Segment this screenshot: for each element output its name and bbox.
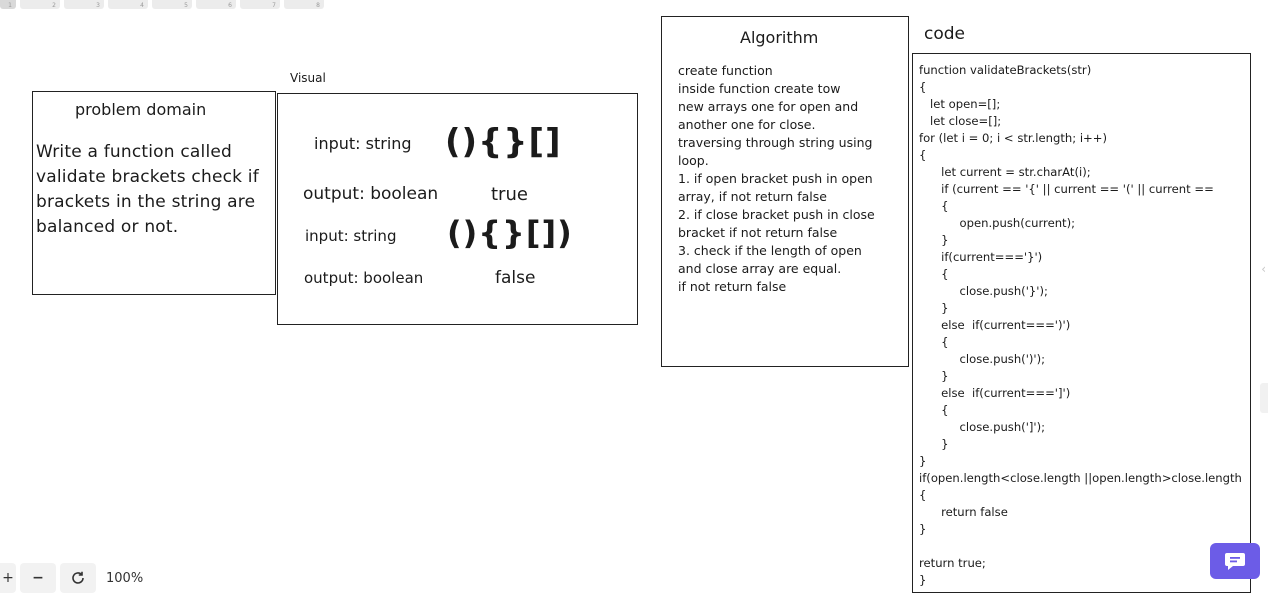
code-line: } [919,301,949,315]
algorithm-text: create function inside function create t… [678,62,910,296]
code-line: if (current == '{' || current == '(' || … [919,182,1214,196]
page-tab-4[interactable]: 4 [108,0,148,9]
chevron-left-icon[interactable]: ‹ [1261,262,1266,276]
algorithm-title: Algorithm [740,28,819,47]
side-panel-handle[interactable] [1260,383,1268,413]
chat-button[interactable] [1210,543,1260,579]
code-line: { [919,488,927,502]
code-line: { [919,80,927,94]
page-tabs: 1 2 3 4 5 6 7 8 [0,0,324,10]
plus-icon: + [2,570,14,586]
visual-input-value-1: (){}[] [445,122,562,162]
code-line: let open=[]; [919,97,1001,111]
visual-title: Visual [290,71,326,85]
algorithm-line: array, if not return false [678,189,827,204]
visual-input-label-1: input: string [314,134,412,153]
visual-input-value-2: (){}[]) [447,214,573,252]
problem-domain-text: Write a function called validate bracket… [36,142,259,237]
code-line: for (let i = 0; i < str.length; i++) [919,131,1108,145]
algorithm-line: and close array are equal. [678,261,842,276]
code-text: function validateBrackets(str) { let ope… [919,62,1249,589]
code-line: } [919,369,949,383]
problem-domain-title: problem domain [75,100,207,119]
code-line: { [919,148,927,162]
page-tab-3[interactable]: 3 [64,0,104,9]
minus-icon: − [32,570,44,586]
algorithm-line: 1. if open bracket push in open [678,171,873,186]
code-line: let close=[]; [919,114,1002,128]
code-line: } [919,454,927,468]
code-line: { [919,267,949,281]
visual-output-value-2: false [495,268,536,288]
algorithm-line: 2. if close bracket push in close [678,207,875,222]
code-line: { [919,403,949,417]
visual-input-label-2: input: string [305,227,397,245]
reset-zoom-button[interactable] [60,563,96,593]
algorithm-line: bracket if not return false [678,225,838,240]
algorithm-line: traversing through string using [678,135,873,150]
code-line: } [919,522,927,536]
code-line: } [919,573,927,587]
code-line: return true; [919,556,986,570]
code-line: open.push(current); [919,216,1076,230]
zoom-out-button[interactable]: − [20,563,56,593]
algorithm-line: if not return false [678,279,787,294]
code-line: close.push(')'); [919,352,1046,366]
code-line: if(open.length<close.length ||open.lengt… [919,471,1242,485]
algorithm-line: 3. check if the length of open [678,243,862,258]
code-line: } [919,233,949,247]
page-tab-8[interactable]: 8 [284,0,324,9]
code-line: function validateBrackets(str) [919,63,1092,77]
visual-output-label-1: output: boolean [303,184,439,204]
zoom-toolbar: + − 100% [0,562,149,594]
page-tab-7[interactable]: 7 [240,0,280,9]
visual-output-value-1: true [491,184,528,205]
code-line: { [919,199,949,213]
code-line: if(current==='}') [919,250,1043,264]
code-line: close.push('}'); [919,284,1048,298]
code-title: code [924,24,965,44]
reset-zoom-icon [72,571,84,584]
code-line: close.push(']'); [919,420,1046,434]
algorithm-line: inside function create tow [678,81,841,96]
zoom-in-button[interactable]: + [0,563,16,593]
code-line: return false [919,505,1008,519]
page-tab-2[interactable]: 2 [20,0,60,9]
algorithm-line: loop. [678,153,709,168]
page-tab-1[interactable]: 1 [0,0,16,9]
visual-output-label-2: output: boolean [304,269,424,287]
algorithm-line: create function [678,63,773,78]
chat-icon [1225,553,1245,570]
algorithm-line: new arrays one for open and [678,99,859,114]
zoom-level: 100% [106,570,144,586]
code-line: { [919,335,949,349]
algorithm-line: another one for close. [678,117,816,132]
code-line: } [919,437,949,451]
code-line: else if(current===')') [919,318,1071,332]
page-tab-6[interactable]: 6 [196,0,236,9]
page-tab-5[interactable]: 5 [152,0,192,9]
code-line: let current = str.charAt(i); [919,165,1091,179]
code-line: else if(current===']') [919,386,1071,400]
